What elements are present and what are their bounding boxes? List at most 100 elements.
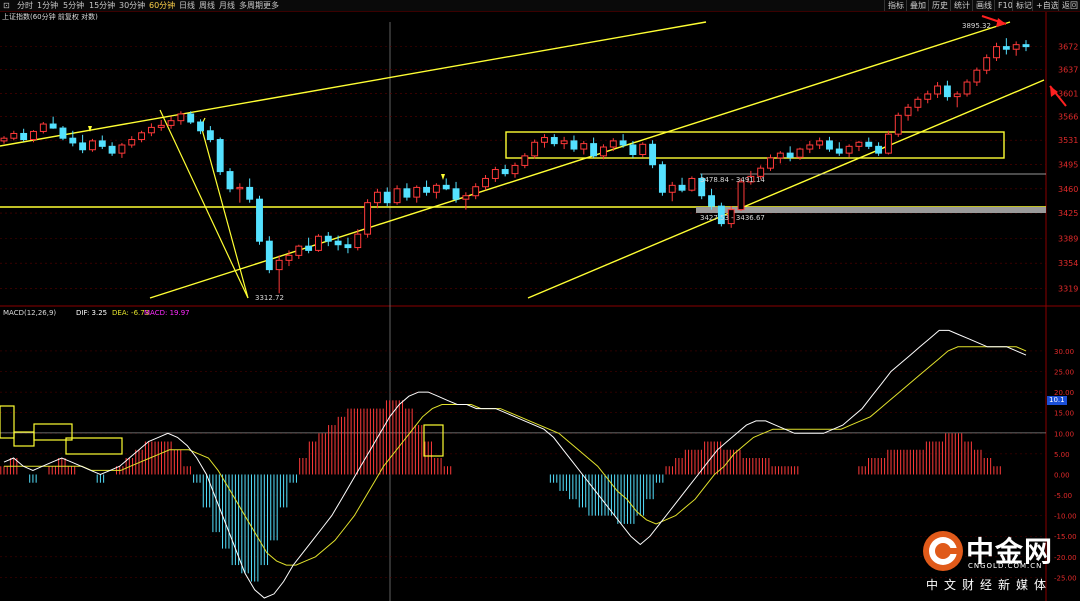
candle-body-59 <box>580 143 588 150</box>
candle-body-48 <box>472 186 480 197</box>
candle-body-3 <box>30 130 37 141</box>
candle-body-66 <box>649 143 657 166</box>
candle-body-82 <box>806 144 814 150</box>
candle-body-88 <box>865 141 873 147</box>
candle-body-19 <box>187 113 195 123</box>
candle-body-56 <box>550 137 558 145</box>
macd-marker-value: 10.1 <box>1047 396 1067 405</box>
candle-body-55 <box>541 137 548 143</box>
candle-body-12 <box>118 144 126 154</box>
candle-body-23 <box>226 171 234 190</box>
candle-body-49 <box>482 177 489 188</box>
macd-tick-0: 30.00 <box>1054 348 1074 356</box>
candle-body-78 <box>767 157 774 169</box>
macd-tick-8: -10.00 <box>1054 513 1077 521</box>
low-price-label: 3312.72 <box>255 294 284 302</box>
candle-body-58 <box>570 140 578 150</box>
candle-body-81 <box>796 148 804 158</box>
candle-body-0 <box>0 137 8 142</box>
candle-body-38 <box>373 191 381 204</box>
macd-tick-6: 0.00 <box>1054 471 1070 479</box>
candle-body-22 <box>216 139 224 173</box>
candle-body-98 <box>963 81 971 95</box>
candle-body-42 <box>413 186 421 198</box>
dif-line <box>3 329 1027 599</box>
candle-body-45 <box>442 184 450 190</box>
candle-body-67 <box>658 164 666 193</box>
price-tick-9: 3354 <box>1058 259 1078 268</box>
candle-body-35 <box>344 244 352 249</box>
price-tick-4: 3531 <box>1058 136 1078 145</box>
candle-body-83 <box>816 140 824 146</box>
candle-body-13 <box>128 139 136 146</box>
candle-body-17 <box>167 120 175 126</box>
candle-body-75 <box>737 181 745 211</box>
candle-body-92 <box>904 106 912 116</box>
candle-body-4 <box>39 123 47 132</box>
candle-body-52 <box>511 164 519 175</box>
candle-body-18 <box>177 113 185 122</box>
candle-body-68 <box>668 184 676 193</box>
candle-body-8 <box>79 142 87 151</box>
support-level-label-2: 3427.53 - 3436.67 <box>700 214 765 222</box>
candle-body-34 <box>334 240 342 246</box>
candle-body-65 <box>639 143 647 155</box>
candle-body-46 <box>452 188 460 200</box>
price-tick-0: 3672 <box>1058 43 1078 52</box>
candle-body-29 <box>285 254 293 261</box>
candle-body-44 <box>432 184 440 193</box>
candle-body-53 <box>521 155 529 166</box>
support-level-label-1: 3478.84 - 3491.14 <box>700 176 765 184</box>
candle-body-99 <box>973 69 981 83</box>
trendline-upper-1 <box>0 21 707 147</box>
macd-tick-1: 25.00 <box>1054 369 1074 377</box>
price-tick-5: 3495 <box>1058 161 1078 170</box>
candle-body-28 <box>275 259 283 271</box>
price-tick-1: 3637 <box>1058 66 1078 75</box>
candle-body-89 <box>875 145 883 154</box>
candle-body-61 <box>599 146 607 157</box>
candle-body-51 <box>501 169 509 175</box>
candle-body-25 <box>246 186 254 200</box>
candle-body-80 <box>786 152 794 158</box>
candle-body-15 <box>147 126 155 134</box>
candle-body-87 <box>855 141 863 147</box>
candle-body-62 <box>609 140 617 148</box>
candle-body-5 <box>49 123 57 129</box>
candle-body-47 <box>462 195 470 200</box>
candle-body-85 <box>835 148 843 154</box>
candle-body-93 <box>914 98 922 108</box>
candle-body-69 <box>678 184 686 191</box>
candle-body-101 <box>993 46 1000 59</box>
candle-body-63 <box>619 140 627 146</box>
candle-body-50 <box>491 169 499 179</box>
candle-body-37 <box>364 202 372 235</box>
cngold-logo: 中金网 CNGOLD.COM.CN 中文财经新媒体 <box>918 528 1078 598</box>
candle-body-70 <box>688 177 696 191</box>
stock-chart[interactable]: 3672 3637 3601 3566 3531 3495 3460 3425 3389 3354… <box>0 0 1080 601</box>
candle-body-11 <box>108 145 116 154</box>
macd-box-2 <box>13 431 35 447</box>
candle-body-39 <box>383 191 391 204</box>
dea-line <box>4 346 1027 566</box>
candle-body-30 <box>295 245 303 256</box>
level-band-2 <box>696 207 1046 213</box>
candle-body-16 <box>157 124 165 128</box>
candle-body-86 <box>845 145 853 154</box>
candle-body-21 <box>206 130 214 141</box>
macd-tick-7: -5.00 <box>1054 492 1072 500</box>
candle-body-79 <box>776 152 784 159</box>
candle-body-84 <box>826 140 833 150</box>
candle-body-33 <box>324 235 332 242</box>
candle-body-24 <box>236 186 244 190</box>
candle-body-32 <box>315 235 322 251</box>
candle-body-2 <box>20 132 28 141</box>
candle-body-31 <box>305 245 313 251</box>
candle-body-72 <box>708 195 715 207</box>
candle-body-40 <box>393 188 401 204</box>
candle-body-57 <box>560 140 568 145</box>
candle-body-36 <box>354 233 362 249</box>
macd-tick-3: 15.00 <box>1054 410 1074 418</box>
macd-tick-4: 10.00 <box>1054 430 1074 438</box>
candle-body-6 <box>59 127 67 139</box>
